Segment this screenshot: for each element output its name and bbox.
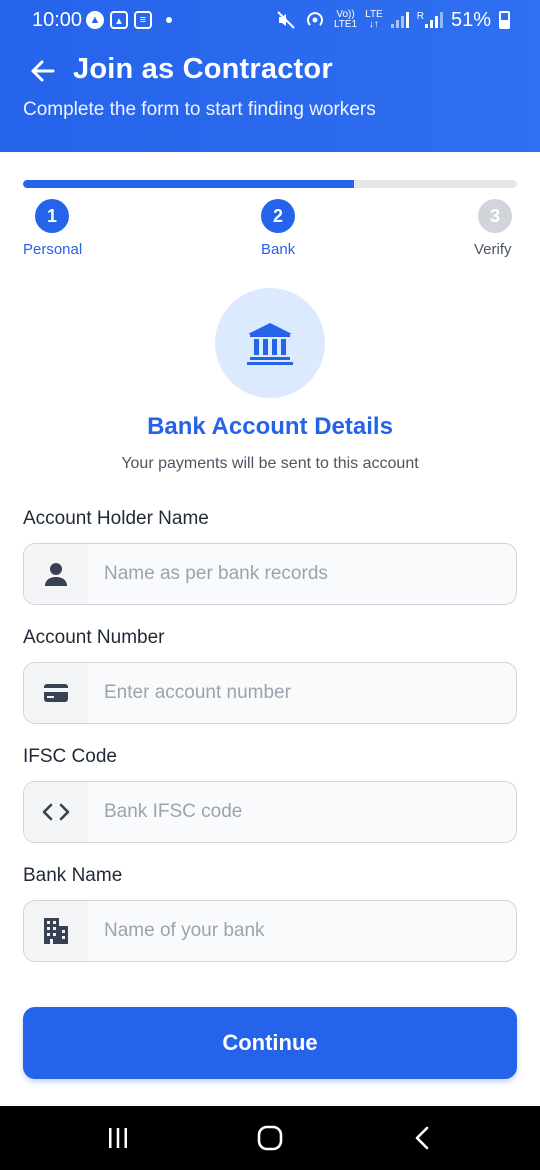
bank-icon-badge [215, 288, 325, 398]
app-header: 10:00 ▲ ▴ ≡ Vo)) LTE1 LTE ↓↑ R 51% Join … [0, 0, 540, 152]
status-time: 10:00 [32, 9, 83, 31]
app-notification-icon: ▲ [86, 11, 104, 29]
arrow-left-icon[interactable] [29, 57, 57, 85]
status-left-icons: ▲ ▴ ≡ [86, 9, 172, 31]
home-button[interactable] [250, 1106, 290, 1170]
ifsc-code-input[interactable] [88, 782, 516, 842]
ifsc-code-label: IFSC Code [23, 746, 117, 767]
step-2-label: Bank [261, 241, 296, 258]
recent-apps-icon [109, 1128, 127, 1148]
person-icon [45, 563, 67, 586]
section-subtitle: Your payments will be sent to this accou… [121, 455, 419, 472]
status-bar: 10:00 ▲ ▴ ≡ Vo)) LTE1 LTE ↓↑ R 51% [0, 0, 540, 42]
lte-indicator: LTE ↓↑ [365, 9, 383, 30]
account-number-field [23, 662, 517, 724]
field-icon-box [24, 544, 88, 604]
continue-button[interactable]: Continue [23, 1007, 517, 1079]
step-1-label: Personal [23, 241, 83, 258]
account-number-label: Account Number [23, 627, 165, 648]
account-holder-name-field [23, 543, 517, 605]
bank-icon [247, 323, 293, 365]
account-holder-name-label: Account Holder Name [23, 508, 209, 529]
bank-name-label: Bank Name [23, 865, 123, 886]
more-notifications-dot-icon [166, 17, 172, 23]
progress-bar [23, 180, 517, 188]
home-icon [257, 1125, 283, 1151]
bank-name-input[interactable] [88, 901, 516, 961]
mute-icon [277, 11, 295, 29]
recent-apps-button[interactable] [98, 1106, 138, 1170]
section-title: Bank Account Details [147, 413, 393, 440]
field-icon-box [24, 663, 88, 723]
calendar-notification-icon: ≡ [134, 11, 152, 29]
signal-2-icon: R [417, 12, 443, 28]
field-icon-box [24, 901, 88, 961]
gallery-notification-icon: ▴ [110, 11, 128, 29]
status-right-icons: Vo)) LTE1 LTE ↓↑ R 51% [276, 9, 510, 31]
progress-fill [23, 180, 354, 188]
step-3-label: Verify [474, 241, 512, 258]
back-chevron-icon [415, 1126, 429, 1150]
ifsc-code-field [23, 781, 517, 843]
step-1-indicator: 1 [35, 199, 69, 233]
code-icon [42, 803, 70, 821]
hotspot-icon [307, 12, 323, 26]
page-title: Join as Contractor [73, 53, 333, 85]
bank-name-field [23, 900, 517, 962]
battery-icon [499, 11, 510, 29]
page-subtitle: Complete the form to start finding worke… [23, 99, 376, 120]
battery-percent: 51% [450, 8, 491, 31]
back-button[interactable] [402, 1106, 442, 1170]
account-holder-name-input[interactable] [88, 544, 516, 604]
step-3-indicator: 3 [478, 199, 512, 233]
account-number-input[interactable] [88, 663, 516, 723]
volte-indicator: Vo)) LTE1 [333, 9, 358, 30]
system-nav-bar [0, 1106, 540, 1170]
building-icon [44, 918, 68, 944]
step-2-indicator: 2 [261, 199, 295, 233]
field-icon-box [24, 782, 88, 842]
card-icon [44, 684, 68, 702]
signal-1-icon [390, 12, 409, 28]
